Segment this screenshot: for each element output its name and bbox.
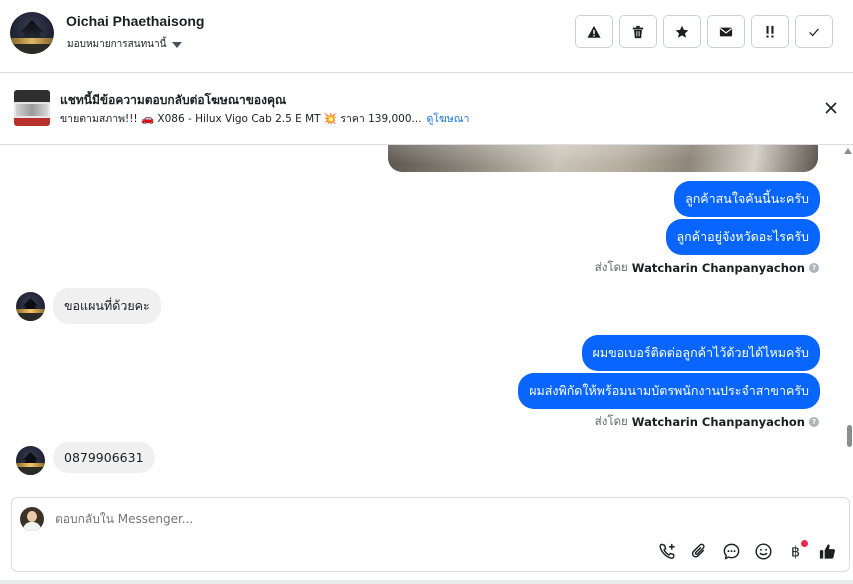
scroll-up-arrow[interactable] — [844, 148, 852, 154]
thumbs-up-icon — [819, 544, 835, 559]
phone-plus-icon — [659, 543, 675, 559]
ad-reply-banner: แชทนี้มีข้อความตอบกลับต่อโฆษณาของคุณ ขาย… — [0, 74, 853, 145]
view-ad-link[interactable]: ดูโฆษณา — [427, 113, 470, 125]
bottom-divider — [0, 580, 853, 584]
contact-avatar-small[interactable] — [16, 292, 45, 321]
delete-button[interactable] — [619, 15, 657, 48]
call-add-button[interactable] — [658, 542, 677, 561]
mark-unread-button[interactable] — [707, 15, 745, 48]
trash-icon — [632, 25, 644, 38]
outgoing-message[interactable]: ผมขอเบอร์ติดต่อลูกค้าไว้ด้วยได้ไหมครับ — [581, 335, 820, 371]
ad-banner-title: แชทนี้มีข้อความตอบกลับต่อโฆษณาของคุณ — [60, 93, 287, 107]
agent-avatar — [20, 507, 44, 531]
assign-label: มอบหมายการสนทนานี้ — [67, 39, 167, 50]
sender-name: Watcharin Chanpanyachon — [631, 415, 805, 429]
contact-avatar-small[interactable] — [16, 446, 45, 475]
priority-button[interactable] — [751, 15, 789, 48]
outgoing-message[interactable]: ลูกค้าอยู่จังหวัดอะไรครับ — [665, 219, 820, 255]
message-thread[interactable]: ลูกค้าสนใจคันนี้นะครับ ลูกค้าอยู่จังหวัด… — [0, 145, 853, 493]
priority-icon — [766, 25, 774, 38]
chat-bubble-icon — [723, 543, 740, 560]
saved-replies-button[interactable] — [722, 542, 741, 561]
sender-name: Watcharin Chanpanyachon — [631, 261, 805, 275]
svg-text:฿: ฿ — [791, 545, 800, 561]
attach-button[interactable] — [690, 542, 709, 561]
paperclip-icon — [691, 543, 705, 558]
contact-avatar[interactable] — [10, 12, 54, 54]
conversation-header: Oichai Phaethaisong มอบหมายการสนทนานี้ — [0, 0, 853, 73]
ad-thumbnail[interactable] — [14, 90, 50, 126]
scrollbar-thumb[interactable] — [847, 425, 852, 447]
incoming-message[interactable]: ขอแผนที่ด้วยคะ — [53, 288, 161, 324]
assign-conversation-dropdown[interactable]: มอบหมายการสนทนานี้ — [67, 37, 183, 52]
mail-icon — [719, 27, 733, 36]
notification-badge — [801, 540, 808, 547]
contact-name[interactable]: Oichai Phaethaisong — [66, 13, 204, 29]
sent-by-prefix: ส่งโดย — [594, 414, 628, 428]
reply-input[interactable] — [55, 512, 655, 526]
ad-banner-subtitle: ขายตามสภาพ!!! 🚗 X086 - Hilux Vigo Cab 2.… — [60, 110, 469, 127]
shared-photo[interactable] — [388, 145, 818, 172]
incoming-message[interactable]: 0879906631 — [53, 442, 155, 473]
close-icon[interactable] — [823, 100, 839, 116]
check-icon — [809, 28, 819, 36]
reply-composer: ฿ — [11, 497, 850, 572]
star-icon — [675, 25, 689, 38]
outgoing-message[interactable]: ผมส่งพิกัดให้พร้อมนามบัตรพนักงานประจำสาข… — [518, 373, 820, 409]
caret-down-icon — [172, 41, 183, 48]
composer-tools: ฿ — [658, 540, 837, 561]
sent-by-prefix: ส่งโดย — [594, 260, 628, 274]
sent-by-label: ส่งโดย Watcharin Chanpanyachon ? — [595, 259, 819, 277]
outgoing-message[interactable]: ลูกค้าสนใจคันนี้นะครับ — [674, 181, 820, 217]
emoji-button[interactable] — [754, 542, 773, 561]
mark-done-button[interactable] — [795, 15, 833, 48]
report-button[interactable] — [575, 15, 613, 48]
header-actions — [575, 15, 833, 48]
info-icon[interactable]: ? — [809, 263, 819, 273]
warning-icon — [587, 25, 601, 38]
star-button[interactable] — [663, 15, 701, 48]
info-icon[interactable]: ? — [809, 417, 819, 427]
smiley-icon — [755, 543, 772, 560]
ad-description: ขายตามสภาพ!!! 🚗 X086 - Hilux Vigo Cab 2.… — [60, 113, 422, 125]
payment-button[interactable]: ฿ — [786, 540, 808, 561]
sent-by-label: ส่งโดย Watcharin Chanpanyachon ? — [595, 413, 819, 431]
like-button[interactable] — [818, 542, 837, 561]
